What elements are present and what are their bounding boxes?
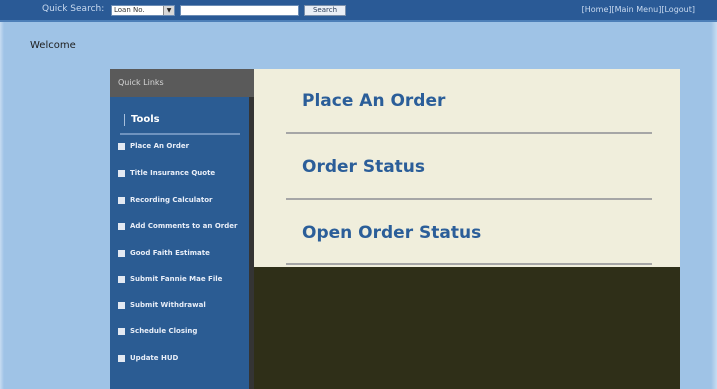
sidebar-item-label: Update HUD [130,354,179,362]
bullet-square-icon [118,301,125,309]
quick-search-label: Quick Search: [42,4,105,14]
sidebar-item-update-hud[interactable]: Update HUD [118,351,178,365]
order-status-link[interactable]: Order Status [302,157,425,177]
place-order-link[interactable]: Place An Order [302,91,445,111]
sidebar-item-label: Submit Fannie Mae File [130,275,223,283]
sidebar-item-label: Place An Order [130,142,190,150]
top-nav-links: [Home][Main Menu][Logout] [582,5,695,14]
chevron-down-icon[interactable]: ▼ [163,6,174,15]
sidebar-item-title-insurance-quote[interactable]: Title Insurance Quote [118,166,215,180]
bullet-square-icon [118,275,125,283]
sidebar-item-label: Title Insurance Quote [130,169,216,177]
sidebar-item-label: Good Faith Estimate [130,249,210,257]
main-menu-link[interactable]: [Main Menu] [612,5,662,14]
welcome-text: Welcome [30,40,76,51]
search-button[interactable]: Search [304,5,346,16]
sidebar-item-submit-withdrawal[interactable]: Submit Withdrawal [118,298,206,312]
tools-title: Tools [124,114,160,126]
main-menu-panel: Place An Order Order Status Open Order S… [254,69,680,267]
page-edge-left [0,22,4,389]
sidebar-item-schedule-closing[interactable]: Schedule Closing [118,324,197,338]
sidebar-item-label: Submit Withdrawal [130,301,206,309]
sidebar-item-good-faith-estimate[interactable]: Good Faith Estimate [118,246,210,260]
quick-search-input[interactable] [180,5,299,16]
bullet-square-icon [118,169,125,177]
bullet-square-icon [118,196,125,204]
tools-divider [120,133,240,135]
sidebar-item-add-comments[interactable]: Add Comments to an Order [118,219,237,233]
menu-divider [286,132,652,134]
sidebar-item-label: Schedule Closing [130,327,198,335]
bullet-square-icon [118,249,125,257]
bullet-square-icon [118,354,125,362]
sidebar-item-submit-fannie-mae[interactable]: Submit Fannie Mae File [118,272,222,286]
menu-divider [286,198,652,200]
top-bar: Quick Search: Loan No. ▼ Search [Home][M… [0,0,717,22]
page-edge-right [711,0,717,389]
quick-search-select-value: Loan No. [114,6,145,14]
tools-sidebar: Tools Place An Order Title Insurance Quo… [110,97,249,389]
quick-links-header: Quick Links [110,69,254,97]
quick-links-title: Quick Links [118,78,164,87]
sidebar-item-label: Add Comments to an Order [130,222,238,230]
home-link[interactable]: [Home] [582,5,612,14]
sidebar-item-place-order[interactable]: Place An Order [118,139,189,153]
bullet-square-icon [118,142,125,150]
bullet-square-icon [118,222,125,230]
logout-link[interactable]: [Logout] [661,5,695,14]
open-order-status-link[interactable]: Open Order Status [302,223,481,243]
quick-search-select[interactable]: Loan No. ▼ [111,5,175,16]
sidebar-item-label: Recording Calculator [130,196,213,204]
content-area [254,267,680,389]
sidebar-item-recording-calculator[interactable]: Recording Calculator [118,193,213,207]
menu-divider [286,263,652,265]
bullet-square-icon [118,327,125,335]
